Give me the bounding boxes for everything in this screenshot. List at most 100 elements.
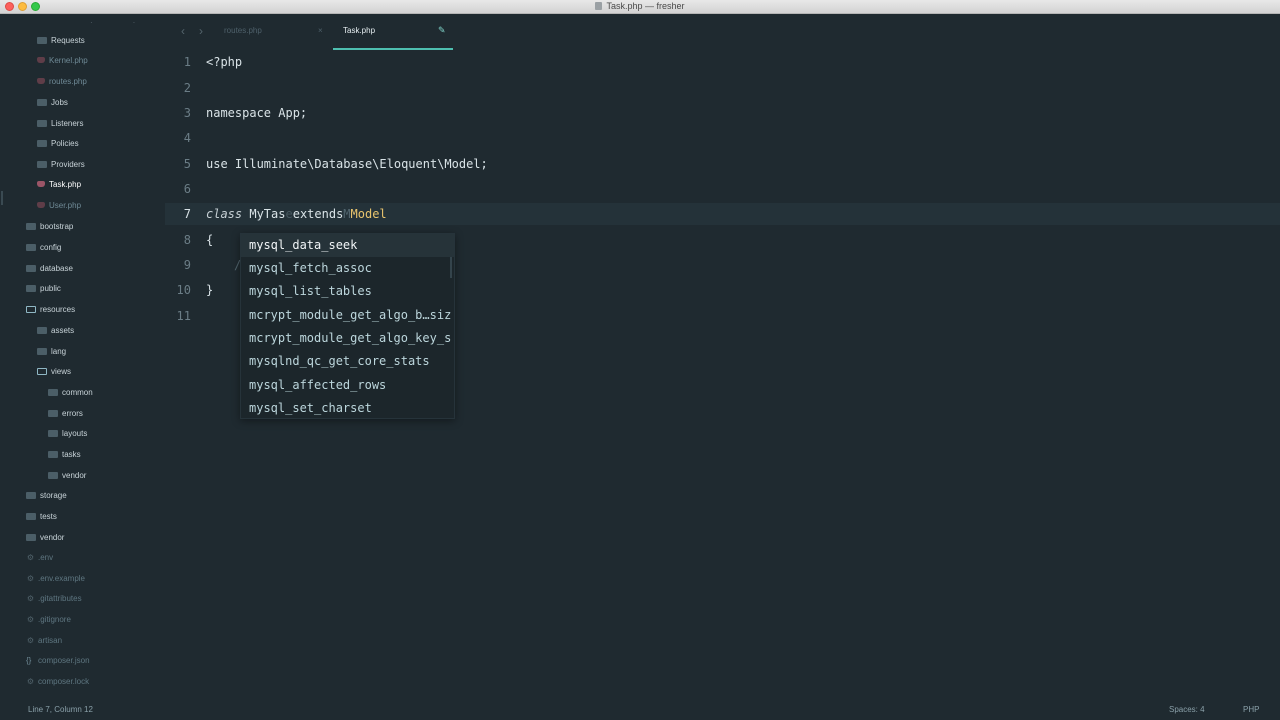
chevron-right-icon[interactable]: › (199, 24, 203, 38)
sidebar-item-layouts[interactable]: layouts (48, 426, 87, 442)
class-name: MyTas (242, 207, 286, 221)
line-number: 5 (183, 157, 191, 171)
sidebar-item-vendor[interactable]: vendor (26, 530, 64, 546)
sidebar-item-label: .gitignore (38, 615, 71, 624)
parent-class: Model (350, 207, 387, 221)
folder-icon (48, 410, 58, 417)
php-file-icon (37, 78, 45, 84)
sidebar-item-bootstrap[interactable]: bootstrap (26, 219, 73, 235)
folder-icon (26, 492, 36, 499)
line-number: 2 (183, 81, 191, 95)
cursor-position[interactable]: Line 7, Column 12 (28, 705, 93, 714)
line-number: 9 (183, 258, 191, 272)
folder-icon (26, 265, 36, 272)
sidebar-item-label: tasks (62, 450, 81, 459)
sidebar-item-label: layouts (62, 429, 88, 438)
tab-bar: ‹ › routes.php × Task.php ✎ (165, 14, 1280, 50)
ghost-text: M (343, 207, 351, 221)
pencil-icon[interactable]: ✎ (438, 25, 446, 36)
folder-open-icon (26, 306, 36, 313)
sidebar-item-listeners[interactable]: Listeners (37, 116, 83, 132)
folder-icon (37, 120, 47, 127)
folder-icon (48, 472, 58, 479)
sidebar-item-label: artisan (38, 636, 63, 645)
sidebar-item-env[interactable]: ⚙ .env (26, 550, 53, 566)
sidebar-item-user-php[interactable]: User.php (37, 198, 81, 214)
line-number: 10 (176, 283, 191, 297)
sidebar-item-resources[interactable]: resources (26, 302, 75, 318)
sidebar-item-gitignore[interactable]: ⚙ .gitignore (26, 612, 71, 628)
folder-icon (37, 99, 47, 106)
folder-icon (37, 140, 47, 147)
autocomplete-item[interactable]: mcrypt_module_get_algo_b…siz (241, 304, 454, 327)
sidebar-item-task-php[interactable]: Task.php (37, 177, 81, 193)
folder-icon (26, 244, 36, 251)
sidebar-item-kernel-php[interactable]: Kernel.php (37, 53, 88, 69)
sidebar-item-artisan[interactable]: ⚙ artisan (26, 633, 62, 649)
code-line-10: } (206, 283, 214, 297)
sidebar-item-jobs[interactable]: Jobs (37, 95, 68, 111)
chevron-left-icon[interactable]: ‹ (181, 24, 185, 38)
sidebar-item-composer-lock[interactable]: ⚙ composer.lock (26, 674, 89, 690)
sidebar-item-label: views (51, 367, 72, 376)
line-number-current: 7 (183, 207, 191, 221)
sidebar-item-label: vendor (62, 471, 87, 480)
autocomplete-item[interactable]: mysql_list_tables (241, 280, 454, 303)
config-file-icon: ⚙ (26, 636, 35, 645)
sidebar-item-config[interactable]: config (26, 240, 61, 256)
line-number: 3 (183, 106, 191, 120)
sidebar-item-storage[interactable]: storage (26, 488, 67, 504)
sidebar-item-requests[interactable]: Requests (37, 33, 85, 49)
sidebar-item-routes-php[interactable]: routes.php (37, 74, 87, 90)
sidebar-selection-marker (1, 191, 3, 205)
sidebar-item-tests[interactable]: tests (26, 509, 57, 525)
sidebar-item-label: composer.lock (38, 677, 90, 686)
sidebar-item-label: Providers (51, 160, 85, 169)
indentation-setting[interactable]: Spaces: 4 (1169, 705, 1205, 714)
sidebar-header-dots: ·· (90, 18, 135, 27)
sidebar-item-label: errors (62, 409, 83, 418)
sidebar-item-lang[interactable]: lang (37, 344, 66, 360)
sidebar-item-label: bootstrap (40, 222, 74, 231)
sidebar-item-label: storage (40, 491, 67, 500)
autocomplete-item[interactable]: mysql_fetch_assoc (241, 257, 454, 280)
sidebar-item-views[interactable]: views (37, 364, 71, 380)
sidebar-item-database[interactable]: database (26, 261, 73, 277)
sidebar-item-providers[interactable]: Providers (37, 157, 85, 173)
sidebar-item-label: .env (38, 553, 54, 562)
sidebar-item-vendor-views[interactable]: vendor (48, 468, 86, 484)
sidebar-item-label: Requests (51, 36, 85, 45)
sidebar-item-public[interactable]: public (26, 281, 61, 297)
config-file-icon: ⚙ (26, 615, 35, 624)
syntax-selector[interactable]: PHP (1243, 705, 1259, 714)
sidebar-item-label: config (40, 243, 62, 252)
line-number: 8 (183, 233, 191, 247)
sidebar-item-label: tests (40, 512, 57, 521)
autocomplete-item[interactable]: mysqlnd_qc_get_core_stats (241, 350, 454, 373)
sidebar-item-label: .gitattributes (38, 594, 82, 603)
sidebar-item-label: Kernel.php (49, 56, 88, 65)
sidebar-item-label: User.php (49, 201, 82, 210)
sidebar-item-env-example[interactable]: ⚙ .env.example (26, 571, 85, 587)
sidebar-item-assets[interactable]: assets (37, 323, 74, 339)
tab-close-icon[interactable]: × (318, 26, 323, 35)
code-line-5: use Illuminate\Database\Eloquent\Model; (206, 157, 488, 171)
document-icon (595, 2, 603, 10)
tab-task-php[interactable]: Task.php (343, 26, 375, 35)
code-line-3: namespace App; (206, 106, 308, 120)
autocomplete-item[interactable]: mysql_affected_rows (241, 374, 454, 397)
sidebar-item-errors[interactable]: errors (48, 406, 83, 422)
config-file-icon: ⚙ (26, 553, 35, 562)
tab-routes-php[interactable]: routes.php (224, 26, 262, 35)
sidebar-item-common[interactable]: common (48, 385, 93, 401)
sidebar-item-policies[interactable]: Policies (37, 136, 79, 152)
sidebar-item-gitattributes[interactable]: ⚙ .gitattributes (26, 591, 82, 607)
line-number: 11 (176, 309, 191, 323)
folder-icon (26, 285, 36, 292)
autocomplete-item-selected[interactable]: mysql_data_seek (241, 234, 454, 257)
autocomplete-item[interactable]: mcrypt_module_get_algo_key_s (241, 327, 454, 350)
folder-icon (37, 37, 47, 44)
autocomplete-item[interactable]: mysql_set_charset (241, 397, 454, 420)
sidebar-item-composer-json[interactable]: {} composer.json (26, 653, 90, 669)
sidebar-item-tasks[interactable]: tasks (48, 447, 81, 463)
